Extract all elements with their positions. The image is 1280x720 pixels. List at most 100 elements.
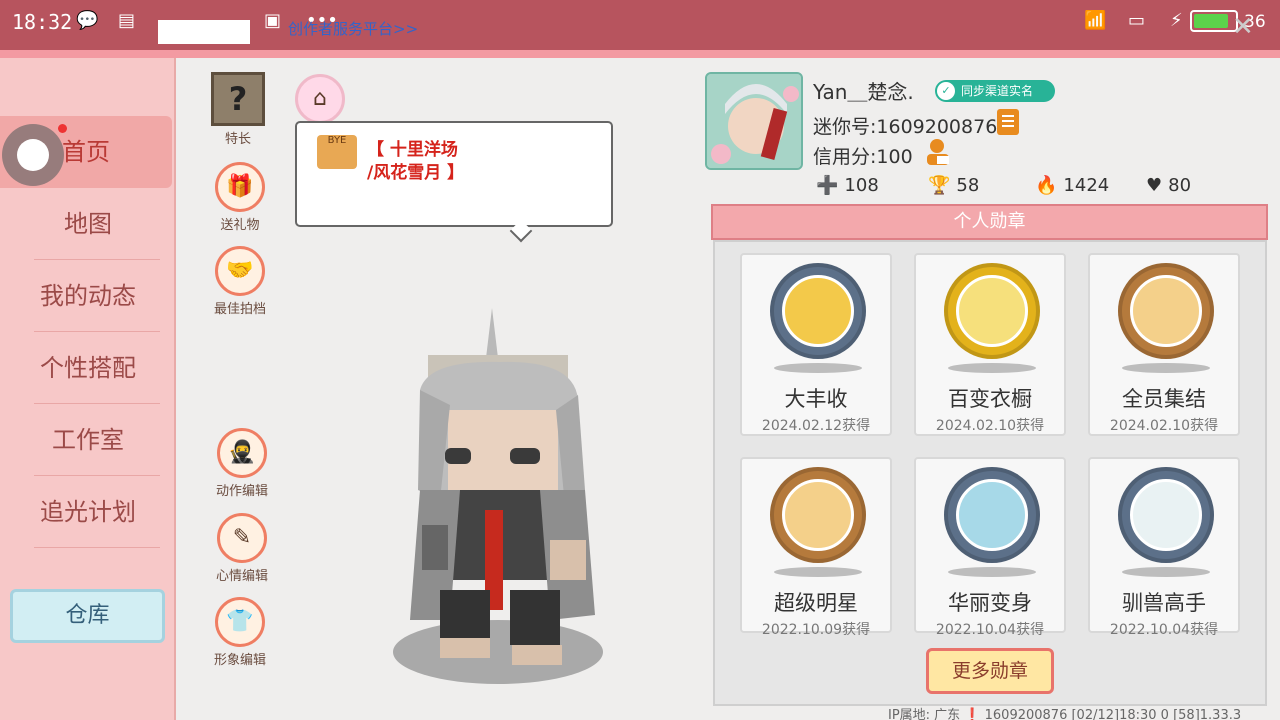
- outfit-icon: 👕: [215, 597, 265, 647]
- sidebar-item-label: 个性搭配: [40, 354, 136, 382]
- sidebar-item-label: 我的动态: [40, 282, 136, 310]
- mini-id: 迷你号:1609200876: [813, 116, 998, 138]
- medal-card[interactable]: 全员集结 2024.02.10获得: [1088, 253, 1240, 436]
- image-icon: ▣: [264, 10, 282, 31]
- sidebar-item-label: 地图: [64, 210, 112, 238]
- floating-assist-button[interactable]: [2, 124, 64, 186]
- medal-name: 大丰收: [784, 387, 848, 411]
- warehouse-button[interactable]: 仓库: [10, 589, 165, 643]
- best-partner-label: 最佳拍档: [213, 302, 266, 317]
- stat-value: 108: [844, 175, 879, 196]
- send-gift-button[interactable]: 🎁 送礼物: [205, 162, 275, 233]
- signature-line-1: 【 十里洋场: [367, 140, 458, 160]
- sidebar-item-studio[interactable]: 工作室: [0, 404, 176, 476]
- creator-platform-link[interactable]: 创作者服务平台>>: [288, 18, 418, 39]
- bye-icon: BYE: [317, 135, 357, 169]
- medal-date: 2022.10.09获得: [761, 622, 871, 638]
- stat-value: 1424: [1063, 175, 1110, 196]
- screen-icon: ▭: [1128, 10, 1146, 31]
- image-edit-label: 形象编辑: [213, 653, 266, 668]
- footer-info: IP属地: 广东 ❗ 1609200876 [02/12]18:30 0 [58…: [888, 708, 1242, 720]
- edit-icon: ✎: [217, 513, 267, 563]
- action-edit-label: 动作编辑: [215, 484, 268, 499]
- sidebar-item-map[interactable]: 地图: [0, 188, 176, 260]
- sidebar-item-label: 工作室: [52, 426, 124, 454]
- medal-card[interactable]: 大丰收 2024.02.12获得: [740, 253, 892, 436]
- flame-icon: 🔥: [1035, 175, 1058, 196]
- credit-score: 信用分:100: [813, 146, 913, 168]
- medal-name: 百变衣橱: [948, 387, 1032, 411]
- heart-icon: ♥: [1146, 175, 1163, 196]
- medal-card[interactable]: 华丽变身 2022.10.04获得: [914, 457, 1066, 638]
- action-icon: 🥷: [217, 428, 267, 478]
- medal-superstar-icon: [770, 467, 866, 563]
- plus-square-icon: ➕: [816, 175, 839, 196]
- stat-value: 80: [1168, 175, 1192, 196]
- status-time: 18:32: [12, 10, 73, 34]
- medal-date: 2022.10.04获得: [1109, 622, 1219, 638]
- medal-name: 全员集结: [1122, 387, 1206, 411]
- medal-transform-icon: [944, 467, 1040, 563]
- image-edit-button[interactable]: 👕 形象编辑: [205, 597, 275, 668]
- handshake-icon: 🤝: [215, 246, 265, 296]
- mood-edit-button[interactable]: ✎ 心情编辑: [207, 513, 277, 584]
- medal-date: 2024.02.10获得: [1109, 418, 1219, 434]
- medal-name: 超级明星: [774, 591, 858, 615]
- stat-fans: 🏆 58: [928, 175, 979, 196]
- stat-popularity: 🔥 1424: [1035, 175, 1109, 196]
- medal-name: 华丽变身: [948, 591, 1032, 615]
- medal-date: 2024.02.10获得: [935, 418, 1045, 434]
- close-icon[interactable]: ✕: [1232, 12, 1254, 42]
- signature-bubble: BYE 【 十里洋场 /风花雪月 】: [295, 121, 613, 243]
- medal-tamer-icon: [1118, 467, 1214, 563]
- gift-icon: 🎁: [215, 162, 265, 212]
- medal-date: 2022.10.04获得: [935, 622, 1045, 638]
- medal-card[interactable]: 超级明星 2022.10.09获得: [740, 457, 892, 638]
- person-check-icon: ✓: [937, 82, 955, 100]
- status-bar: 18:32 💬 ▤ ▣ ••• 创作者服务平台>> 📶 ▭ ⚡ 36 ✕: [0, 0, 1280, 50]
- sidebar-item-light-plan[interactable]: 追光计划: [0, 476, 176, 548]
- blank-banner: [158, 20, 250, 44]
- medal-wardrobe-icon: [944, 263, 1040, 359]
- stat-hearts: ♥ 80: [1146, 175, 1191, 196]
- top-divider: [0, 50, 1280, 58]
- charging-icon: ⚡: [1170, 10, 1183, 31]
- player-name: Yan＿楚念.: [813, 80, 914, 104]
- real-name-badge-label: 同步渠道实名: [961, 84, 1034, 98]
- avatar[interactable]: [705, 72, 803, 170]
- medal-card[interactable]: 驯兽高手 2022.10.04获得: [1088, 457, 1240, 638]
- signature-line-2: /风花雪月 】: [367, 163, 465, 183]
- sidebar-item-label: 首页: [62, 138, 110, 166]
- message-icon: ▤: [118, 10, 136, 31]
- medal-date: 2024.02.12获得: [761, 418, 871, 434]
- battery-icon: [1190, 10, 1238, 32]
- chat-icon: 💬: [76, 10, 99, 31]
- sidebar-item-my-posts[interactable]: 我的动态: [0, 260, 176, 332]
- notification-dot: [58, 124, 67, 133]
- medal-assemble-icon: [1118, 263, 1214, 359]
- trophy-person-icon: 🏆: [928, 175, 951, 196]
- home-button[interactable]: ⌂: [285, 74, 355, 124]
- medal-name: 驯兽高手: [1122, 591, 1206, 615]
- question-icon: ?: [211, 72, 265, 126]
- credit-person-icon[interactable]: [925, 138, 951, 166]
- more-medals-button[interactable]: 更多勋章: [926, 648, 1054, 694]
- action-edit-button[interactable]: 🥷 动作编辑: [207, 428, 277, 499]
- specialty-label: 特长: [224, 132, 251, 147]
- best-partner-button[interactable]: 🤝 最佳拍档: [205, 246, 275, 317]
- house-icon: ⌂: [295, 74, 345, 124]
- medals-header: 个人勋章: [711, 204, 1268, 240]
- stat-value: 58: [956, 175, 980, 196]
- wifi-icon: 📶: [1084, 10, 1107, 31]
- copy-icon[interactable]: [997, 109, 1019, 135]
- medal-card[interactable]: 百变衣橱 2024.02.10获得: [914, 253, 1066, 436]
- sidebar-item-label: 追光计划: [40, 498, 136, 526]
- specialty-button[interactable]: ? 特长: [203, 72, 273, 147]
- medal-harvest-icon: [770, 263, 866, 359]
- send-gift-label: 送礼物: [220, 218, 260, 233]
- real-name-badge: ✓ 同步渠道实名: [935, 80, 1055, 102]
- stat-likes: ➕ 108: [816, 175, 879, 196]
- player-character[interactable]: [380, 300, 630, 695]
- mood-edit-label: 心情编辑: [215, 569, 268, 584]
- sidebar-item-outfit[interactable]: 个性搭配: [0, 332, 176, 404]
